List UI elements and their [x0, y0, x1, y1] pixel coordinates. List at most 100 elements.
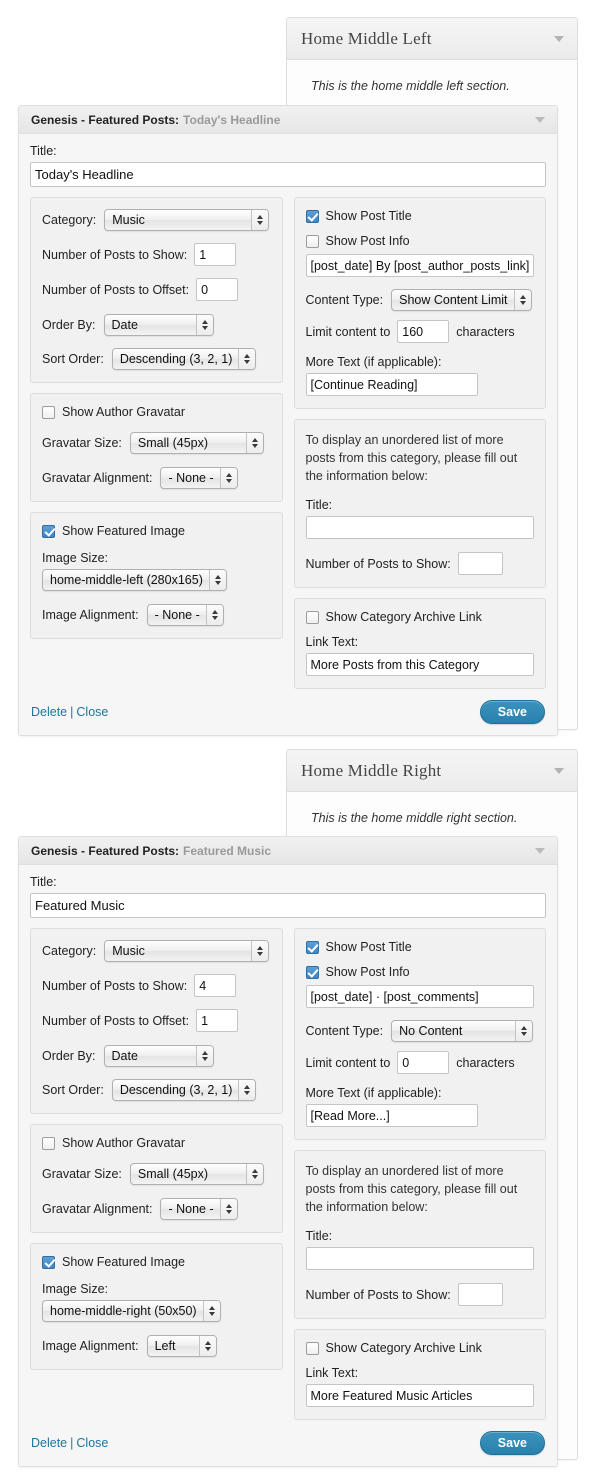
sort-order-select-value: Descending (3, 2, 1) — [119, 352, 233, 366]
content-type-select[interactable]: Show Content Limit — [391, 289, 532, 311]
widget-header[interactable]: Genesis - Featured Posts: Today's Headlin… — [19, 106, 557, 134]
image-alignment-select[interactable]: - None - — [146, 604, 224, 626]
gravatar-size-select[interactable]: Small (45px) — [129, 432, 264, 454]
image-size-select[interactable]: home-middle-left (280x165) — [42, 569, 227, 591]
show-featured-image-row[interactable]: Show Featured Image — [42, 524, 271, 538]
image-alignment-select[interactable]: Left — [146, 1335, 217, 1357]
sort-order-select-value: Descending (3, 2, 1) — [119, 1083, 233, 1097]
chevron-down-icon[interactable] — [535, 116, 545, 123]
order-by-select[interactable]: Date — [103, 314, 214, 336]
show-archive-link-checkbox[interactable] — [305, 1341, 319, 1355]
close-link[interactable]: Close — [76, 705, 108, 719]
stepper-arrows-icon — [245, 433, 263, 453]
show-featured-image-checkbox[interactable] — [42, 1255, 55, 1269]
link-text-input[interactable] — [305, 653, 534, 677]
show-gravatar-checkbox[interactable] — [42, 405, 55, 419]
save-button[interactable]: Save — [479, 700, 545, 725]
show-gravatar-checkbox[interactable] — [42, 1136, 55, 1150]
chevron-down-icon[interactable] — [554, 767, 564, 774]
more-posts-show-input[interactable] — [457, 1283, 503, 1307]
chevron-down-icon[interactable] — [535, 847, 545, 854]
show-archive-link-row[interactable]: Show Category Archive Link — [305, 610, 535, 625]
sort-order-select[interactable]: Descending (3, 2, 1) — [111, 348, 257, 370]
show-post-info-checkbox[interactable] — [305, 234, 319, 248]
posts-to-show-input[interactable] — [194, 243, 237, 266]
sidebar-panel-description: This is the home middle right section. — [311, 811, 518, 825]
link-separator: | — [70, 705, 74, 720]
widget-footer-links: Delete | Close — [31, 703, 108, 721]
posts-to-offset-input[interactable] — [196, 1009, 239, 1032]
delete-link[interactable]: Delete — [31, 705, 67, 719]
show-post-title-label: Show Post Title — [325, 940, 412, 954]
content-type-label: Content Type: — [305, 1024, 384, 1038]
sort-order-select[interactable]: Descending (3, 2, 1) — [111, 1079, 257, 1101]
sidebar-panel-description: This is the home middle left section. — [311, 79, 510, 93]
category-select[interactable]: Music — [104, 209, 270, 231]
category-select-value: Music — [112, 944, 145, 958]
more-text-input[interactable] — [305, 373, 478, 396]
order-by-label: Order By: — [42, 1049, 96, 1063]
gravatar-box: Show Author Gravatar Gravatar Size: Smal… — [30, 393, 283, 502]
widget-name-colon: : — [175, 112, 180, 127]
save-button[interactable]: Save — [479, 1431, 545, 1456]
widgets-page: Home Middle Left This is the home middle… — [0, 0, 594, 1482]
category-select[interactable]: Music — [104, 940, 270, 962]
show-post-title-checkbox[interactable] — [305, 940, 319, 954]
show-post-title-checkbox[interactable] — [305, 209, 319, 223]
show-archive-link-label: Show Category Archive Link — [325, 610, 482, 625]
order-by-label: Order By: — [42, 318, 96, 332]
more-text-input[interactable] — [305, 1104, 478, 1127]
sidebar-panel-header[interactable]: Home Middle Left — [287, 18, 577, 60]
chevron-down-icon[interactable] — [554, 35, 564, 42]
show-post-info-row[interactable]: Show Post Info — [305, 965, 535, 979]
post-info-input[interactable] — [305, 254, 534, 277]
show-post-info-row[interactable]: Show Post Info — [305, 234, 535, 248]
delete-link[interactable]: Delete — [31, 1436, 67, 1450]
show-post-info-label: Show Post Info — [325, 965, 410, 979]
post-info-input[interactable] — [305, 985, 534, 1008]
show-post-title-row[interactable]: Show Post Title — [305, 209, 535, 223]
title-label: Title: — [30, 875, 57, 889]
limit-content-input[interactable] — [397, 320, 450, 343]
category-archive-box: Show Category Archive Link Link Text: — [293, 1329, 546, 1421]
posts-to-offset-label: Number of Posts to Offset: — [42, 282, 190, 297]
show-post-title-row[interactable]: Show Post Title — [305, 940, 535, 954]
posts-to-show-input[interactable] — [194, 974, 237, 997]
title-input[interactable] — [30, 162, 546, 187]
order-by-select[interactable]: Date — [103, 1045, 214, 1067]
widget-genesis-featured-posts-featured-music: Genesis - Featured Posts: Featured Music … — [18, 836, 558, 1468]
gravatar-alignment-select[interactable]: - None - — [160, 1198, 238, 1220]
show-gravatar-row[interactable]: Show Author Gravatar — [42, 405, 271, 419]
show-featured-image-checkbox[interactable] — [42, 524, 55, 538]
show-featured-image-row[interactable]: Show Featured Image — [42, 1255, 271, 1269]
show-featured-image-label: Show Featured Image — [62, 1255, 185, 1269]
stepper-arrows-icon — [251, 941, 269, 961]
post-query-box: Category: Music Number of Posts to Show:… — [30, 928, 283, 1114]
gravatar-alignment-select[interactable]: - None - — [160, 467, 238, 489]
gravatar-alignment-select-value: - None - — [168, 1202, 214, 1216]
more-posts-show-input[interactable] — [457, 552, 503, 576]
content-type-select[interactable]: No Content — [391, 1020, 534, 1042]
stepper-arrows-icon — [238, 1080, 256, 1100]
link-text-label: Link Text: — [305, 1366, 359, 1381]
sidebar-panel-header[interactable]: Home Middle Right — [287, 750, 577, 792]
show-post-info-checkbox[interactable] — [305, 965, 319, 979]
gravatar-alignment-select-value: - None - — [168, 471, 214, 485]
close-link[interactable]: Close — [76, 1436, 108, 1450]
title-input[interactable] — [30, 893, 546, 918]
widget-header[interactable]: Genesis - Featured Posts: Featured Music — [19, 837, 557, 865]
image-size-select[interactable]: home-middle-right (50x50) — [42, 1300, 221, 1322]
featured-image-box: Show Featured Image Image Size: home-mid… — [30, 512, 283, 639]
posts-to-offset-input[interactable] — [196, 278, 239, 301]
gravatar-size-select[interactable]: Small (45px) — [129, 1163, 264, 1185]
show-archive-link-row[interactable]: Show Category Archive Link — [305, 1341, 535, 1355]
gravatar-size-label: Gravatar Size: — [42, 436, 122, 450]
show-archive-link-checkbox[interactable] — [305, 610, 319, 624]
show-gravatar-row[interactable]: Show Author Gravatar — [42, 1136, 271, 1150]
limit-content-suffix-label: characters — [456, 324, 515, 339]
more-posts-title-input[interactable] — [305, 1247, 534, 1271]
more-posts-title-input[interactable] — [305, 516, 534, 540]
gravatar-size-select-value: Small (45px) — [137, 436, 209, 450]
limit-content-input[interactable] — [397, 1051, 450, 1074]
link-text-input[interactable] — [305, 1384, 534, 1408]
